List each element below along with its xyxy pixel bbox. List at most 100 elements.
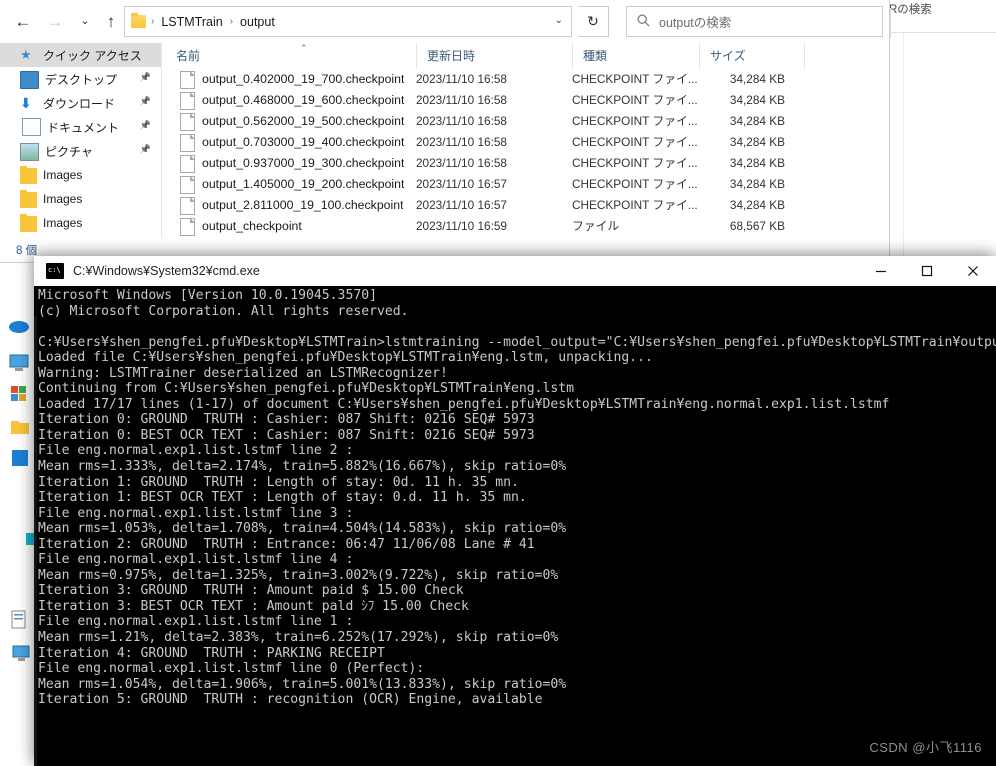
column-label-name: 名前 bbox=[176, 49, 201, 63]
column-header-size[interactable]: サイズ bbox=[699, 43, 804, 68]
desktop-icon-computer[interactable] bbox=[8, 352, 30, 374]
sidebar-item-5[interactable]: Images bbox=[0, 163, 161, 187]
file-date-cell: 2023/11/10 16:57 bbox=[416, 176, 507, 191]
file-name-cell: output_0.703000_19_400.checkpoint bbox=[202, 134, 405, 149]
table-row[interactable]: output_0.937000_19_300.checkpoint 2023/11… bbox=[162, 152, 889, 173]
up-button[interactable]: ↑ bbox=[96, 6, 126, 36]
refresh-button[interactable]: ↻ bbox=[578, 6, 609, 37]
column-header-row: 名前 ⌃ 更新日時 種類 サイズ bbox=[162, 43, 889, 69]
column-header-type[interactable]: 種類 bbox=[572, 43, 717, 68]
file-date-cell: 2023/11/10 16:58 bbox=[416, 71, 507, 86]
file-size-cell: 34,284 KB bbox=[729, 113, 785, 128]
file-icon bbox=[180, 71, 195, 89]
file-type-cell: ファイル bbox=[572, 219, 620, 233]
table-row[interactable]: output_0.562000_19_500.checkpoint 2023/11… bbox=[162, 110, 889, 131]
sidebar-item-1[interactable]: デスクトップ 📌 bbox=[0, 67, 161, 91]
file-type-cell: CHECKPOINT ファイ... bbox=[572, 177, 698, 191]
sidebar-item-label: クイック アクセス bbox=[43, 48, 142, 63]
cmd-icon bbox=[46, 263, 64, 279]
desktop-icon-text[interactable] bbox=[10, 610, 32, 632]
picture-icon bbox=[20, 143, 39, 161]
search-placeholder: outputの検索 bbox=[659, 16, 732, 30]
command-prompt-title-bar[interactable]: C:¥Windows¥System32¥cmd.exe bbox=[34, 256, 996, 286]
navigation-pane[interactable]: ★ クイック アクセス デスクトップ 📌 ⬇ ダウンロード 📌 ドキュメント 📌 ピクチャ 📌 Ima… bbox=[0, 43, 162, 262]
file-explorer-window[interactable]: ← → ⌄ ↑ › LSTMTrain › output ⌄ ↻ outputの… bbox=[0, 0, 890, 263]
sidebar-item-7[interactable]: Images bbox=[0, 211, 161, 235]
sidebar-item-2[interactable]: ⬇ ダウンロード 📌 bbox=[0, 91, 161, 115]
file-name-cell: output_1.405000_19_200.checkpoint bbox=[202, 176, 405, 191]
back-button[interactable]: ← bbox=[8, 6, 38, 36]
sidebar-item-6[interactable]: Images bbox=[0, 187, 161, 211]
file-size-cell: 34,284 KB bbox=[729, 155, 785, 170]
address-dropdown-icon[interactable]: ⌄ bbox=[555, 15, 563, 26]
minimize-button[interactable] bbox=[858, 256, 904, 286]
sidebar-item-0[interactable]: ★ クイック アクセス bbox=[0, 43, 161, 67]
search-input[interactable]: outputの検索 bbox=[626, 6, 883, 37]
table-row[interactable]: output_1.405000_19_200.checkpoint 2023/11… bbox=[162, 173, 889, 194]
file-date-cell: 2023/11/10 16:58 bbox=[416, 113, 507, 128]
background-explorer-window[interactable]: Rの検索 bbox=[884, 0, 996, 262]
pin-icon[interactable]: 📌 bbox=[140, 96, 151, 107]
breadcrumb-separator: › bbox=[229, 16, 234, 27]
sidebar-item-label: Images bbox=[43, 216, 83, 230]
file-name-cell: output_2.811000_19_100.checkpoint bbox=[202, 197, 404, 212]
forward-button[interactable]: → bbox=[40, 6, 70, 36]
command-prompt-window[interactable]: C:¥Windows¥System32¥cmd.exe Microsoft Wi… bbox=[34, 256, 996, 766]
maximize-button[interactable] bbox=[904, 256, 950, 286]
background-window-edge bbox=[903, 33, 904, 262]
file-name-cell: output_0.402000_19_700.checkpoint bbox=[202, 71, 405, 86]
folder-icon bbox=[20, 190, 37, 208]
breadcrumb-part-0[interactable]: LSTMTrain bbox=[159, 15, 224, 29]
explorer-navigation-bar: ← → ⌄ ↑ › LSTMTrain › output ⌄ ↻ outputの… bbox=[0, 0, 889, 43]
table-row[interactable]: output_0.703000_19_400.checkpoint 2023/11… bbox=[162, 131, 889, 152]
file-name-cell: output_0.562000_19_500.checkpoint bbox=[202, 113, 405, 128]
breadcrumb-part-1[interactable]: output bbox=[238, 15, 277, 29]
file-name-cell: output_0.468000_19_600.checkpoint bbox=[202, 92, 405, 107]
file-icon bbox=[180, 197, 195, 215]
table-row[interactable]: output_0.402000_19_700.checkpoint 2023/11… bbox=[162, 68, 889, 89]
console-output-area[interactable]: Microsoft Windows [Version 10.0.19045.35… bbox=[34, 286, 996, 766]
table-row[interactable]: output_checkpoint 2023/11/10 16:59 ファイル 68,… bbox=[162, 215, 889, 236]
file-size-cell: 68,567 KB bbox=[729, 218, 785, 233]
file-list[interactable]: output_0.402000_19_700.checkpoint 2023/11… bbox=[162, 68, 889, 262]
desktop-icon-monitor[interactable] bbox=[12, 645, 34, 667]
close-button[interactable] bbox=[950, 256, 996, 286]
file-size-cell: 34,284 KB bbox=[729, 71, 785, 86]
table-row[interactable]: output_0.468000_19_600.checkpoint 2023/11… bbox=[162, 89, 889, 110]
chevron-down-icon: ⌄ bbox=[80, 14, 90, 27]
column-label-size: サイズ bbox=[710, 49, 746, 63]
sidebar-item-4[interactable]: ピクチャ 📌 bbox=[0, 139, 161, 163]
window-title: C:¥Windows¥System32¥cmd.exe bbox=[73, 264, 260, 278]
table-row[interactable]: output_2.811000_19_100.checkpoint 2023/11… bbox=[162, 194, 889, 215]
desktop-icon-edge[interactable] bbox=[8, 316, 30, 338]
file-date-cell: 2023/11/10 16:57 bbox=[416, 197, 507, 212]
desktop-icon-app[interactable] bbox=[10, 448, 32, 470]
file-type-cell: CHECKPOINT ファイ... bbox=[572, 198, 698, 212]
console-left-edge bbox=[34, 316, 37, 766]
file-icon bbox=[180, 113, 195, 131]
column-header-name[interactable]: 名前 bbox=[162, 43, 416, 68]
file-icon bbox=[180, 176, 195, 194]
pin-icon[interactable]: 📌 bbox=[140, 72, 151, 83]
download-icon: ⬇ bbox=[20, 95, 32, 111]
sidebar-item-label: ピクチャ bbox=[45, 144, 93, 159]
file-date-cell: 2023/11/10 16:58 bbox=[416, 134, 507, 149]
column-header-date[interactable]: 更新日時 bbox=[416, 43, 536, 68]
console-text: Microsoft Windows [Version 10.0.19045.35… bbox=[38, 288, 996, 708]
file-size-cell: 34,284 KB bbox=[729, 134, 785, 149]
desktop-icon-office[interactable] bbox=[10, 385, 32, 407]
file-size-cell: 34,284 KB bbox=[729, 92, 785, 107]
desktop-icon-folder[interactable] bbox=[10, 418, 32, 440]
pin-icon[interactable]: 📌 bbox=[140, 120, 151, 131]
file-icon bbox=[180, 155, 195, 173]
sidebar-item-3[interactable]: ドキュメント 📌 bbox=[0, 115, 161, 139]
file-type-cell: CHECKPOINT ファイ... bbox=[572, 93, 698, 107]
column-label-date: 更新日時 bbox=[427, 49, 476, 63]
file-type-cell: CHECKPOINT ファイ... bbox=[572, 135, 698, 149]
address-bar[interactable]: › LSTMTrain › output ⌄ bbox=[124, 6, 572, 37]
pin-icon[interactable]: 📌 bbox=[140, 144, 151, 155]
refresh-icon: ↻ bbox=[587, 13, 599, 29]
file-date-cell: 2023/11/10 16:58 bbox=[416, 92, 507, 107]
column-header-spacer bbox=[804, 43, 889, 68]
search-icon bbox=[637, 14, 650, 30]
